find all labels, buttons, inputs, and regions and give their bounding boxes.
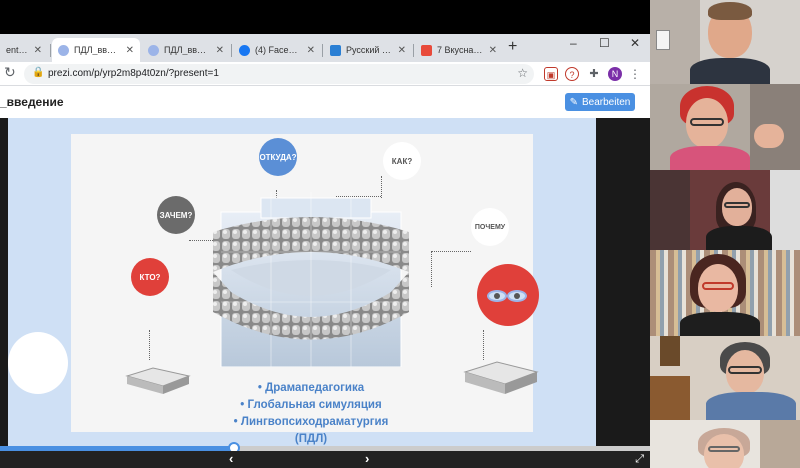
extension-icon[interactable]: ? [565,67,579,81]
background-wall [650,170,690,250]
participant-video[interactable] [650,84,800,170]
browser-tab-bar: entation ✕ ПДЛ_введен ✕ ПДЛ_введен ✕ (4)… [0,34,650,62]
fullscreen-icon[interactable]: ⤢ [635,453,644,466]
presentation-nav: ‹ › ⤢ [0,451,650,468]
hand [754,124,784,148]
participant-video[interactable] [650,0,800,84]
connector-line [431,251,471,252]
menu-icon[interactable]: ⋮ [628,67,642,81]
shirt [690,58,770,84]
edit-button[interactable]: ✎ Bearbeiten [565,93,635,111]
connector-line [431,251,432,287]
presentation-stage: ОТКУДА? КАК? ЗАЧЕМ? ПОЧЕМУ КТО? • Драмап… [0,118,650,446]
question-bubble-zachem[interactable]: ЗАЧЕМ? [157,196,195,234]
pencil-icon: ✎ [569,96,578,108]
question-bubble-otkuda[interactable]: ОТКУДА? [259,138,297,176]
background-wall [760,420,800,468]
prezi-icon [58,44,69,56]
bullet-item: • Лингвопсиходраматургия [233,416,389,428]
close-icon[interactable]: ✕ [398,45,406,56]
participant-video[interactable] [650,250,800,336]
glasses [708,446,740,452]
maximize-button[interactable]: ☐ [599,36,610,50]
puzzle-icon[interactable]: ✚ [587,67,601,81]
shirt [706,392,796,420]
shirt [706,226,772,250]
bullet-item: • Драмапедагогика [257,382,365,394]
browser-tab[interactable]: (4) Facebook ✕ [233,38,321,62]
close-icon[interactable]: ✕ [126,45,134,56]
minimize-button[interactable]: – [570,36,577,50]
tab-separator [50,44,51,57]
url-input[interactable]: 🔒 prezi.com/p/yrp2m8p4t0zn/?present=1 ☆ [24,64,534,84]
slide: ОТКУДА? КАК? ЗАЧЕМ? ПОЧЕМУ КТО? • Драмап… [8,118,596,446]
prezi-header: _введение ✎ Bearbeiten [0,86,650,118]
tab-separator [413,44,414,57]
close-window-button[interactable]: ✕ [630,36,640,50]
site-icon [330,44,341,56]
question-bubble-kto[interactable]: КТО? [131,258,169,296]
tab-separator [231,44,232,57]
slide-content: ОТКУДА? КАК? ЗАЧЕМ? ПОЧЕМУ КТО? • Драмап… [71,134,539,445]
tab-label: ПДЛ_введен [74,45,121,55]
tab-label: (4) Facebook [255,45,302,55]
puzzle-piece-icon [463,361,539,394]
reload-icon[interactable]: ↻ [4,64,16,81]
tab-separator [322,44,323,57]
close-icon[interactable]: ✕ [34,45,42,56]
browser-tab-active[interactable]: ПДЛ_введен ✕ [52,38,140,62]
tab-label: Русский Сув [346,45,393,55]
eyes-icon [477,264,539,326]
participant-video[interactable] [650,336,800,420]
question-bubble-pochemu[interactable]: ПОЧЕМУ [471,208,509,246]
address-bar: ↻ 🔒 prezi.com/p/yrp2m8p4t0zn/?present=1 … [0,62,650,86]
close-icon[interactable]: ✕ [307,45,315,56]
browser-tab[interactable]: 7 Вкусная ед ✕ [415,38,503,62]
glasses [690,118,724,126]
browser-tab[interactable]: ПДЛ_введен ✕ [142,38,230,62]
picture-frame [656,30,670,50]
participant-video[interactable] [650,420,800,468]
close-icon[interactable]: ✕ [489,45,497,56]
browser-tab[interactable]: Русский Сув ✕ [324,38,412,62]
bullet-item: • Глобальная симуляция [240,399,382,411]
hair [708,2,752,20]
glasses [724,202,750,208]
pdf-icon [421,44,432,56]
facebook-icon [239,44,250,56]
bookmark-star-icon[interactable]: ☆ [517,66,528,80]
prezi-icon [148,44,159,56]
close-icon[interactable]: ✕ [216,45,224,56]
puzzle-mouth-image [213,192,409,367]
participant-video[interactable] [650,170,800,250]
question-bubble-kak[interactable]: КАК? [383,142,421,180]
shirt [680,312,760,336]
video-call-window: entation ✕ ПДЛ_введен ✕ ПДЛ_введен ✕ (4)… [0,0,800,468]
page-title: _введение [0,95,64,109]
lock-icon: 🔒 [32,67,45,78]
url-text: prezi.com/p/yrp2m8p4t0zn/?present=1 [48,68,219,79]
glasses [728,366,762,374]
connector-line [149,330,150,360]
browser-tab[interactable]: entation ✕ [0,38,48,62]
picture-frame [660,336,680,366]
edit-button-label: Bearbeiten [582,96,631,108]
extension-icon[interactable]: ▣ [544,67,558,81]
profile-avatar[interactable]: N [608,67,622,81]
tab-label: 7 Вкусная ед [437,45,484,55]
puzzle-piece-icon [125,367,191,394]
participant-panel [650,0,800,468]
slide-bullets: • Драмапедагогика • Глобальная симуляция… [221,380,401,448]
shirt [670,146,750,170]
prev-slide-button[interactable]: ‹ [229,451,233,466]
screen-share: entation ✕ ПДЛ_введен ✕ ПДЛ_введен ✕ (4)… [0,0,650,468]
background-cabinet [650,376,690,420]
tab-label: ПДЛ_введен [164,45,211,55]
background-door [770,170,800,250]
decorative-circle [8,332,68,394]
next-slide-button[interactable]: › [365,451,369,466]
glasses [702,282,734,290]
new-tab-button[interactable]: + [508,38,517,56]
tab-label: entation [6,45,29,55]
